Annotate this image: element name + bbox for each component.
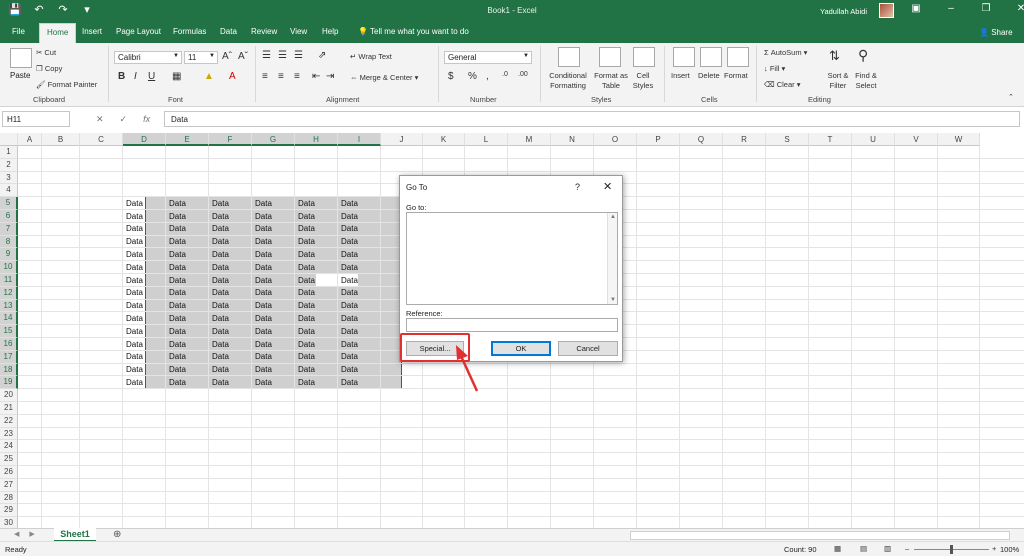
sheet-tab-sheet1[interactable]: Sheet1	[54, 528, 96, 542]
page-layout-view-icon[interactable]: ▤	[860, 544, 867, 553]
status-bar: Ready Count: 90 ▦ ▤ ▥ – + 100%	[0, 541, 1024, 556]
sheet-navigation: ◀ ▶	[14, 530, 35, 538]
annotation-arrow	[456, 345, 479, 392]
zoom-in-icon[interactable]: +	[992, 544, 996, 553]
excel-window: 💾 ↶ ↷ ▾ Book1 - Excel Yadullah Abidi ▣ –…	[0, 0, 1024, 556]
page-break-view-icon[interactable]: ▥	[884, 544, 891, 553]
arrow-shaft	[459, 355, 479, 392]
sheet-tab-bar: ◀ ▶ Sheet1 ⊕	[0, 528, 1024, 542]
horizontal-scrollbar[interactable]	[630, 531, 1010, 540]
arrow-head	[456, 345, 468, 360]
status-count: Count: 90	[784, 545, 817, 554]
status-ready: Ready	[5, 545, 27, 554]
prev-sheet-icon[interactable]: ◀	[14, 530, 19, 538]
normal-view-icon[interactable]: ▦	[834, 544, 841, 553]
add-sheet-icon[interactable]: ⊕	[113, 529, 121, 540]
zoom-level[interactable]: 100%	[1000, 545, 1019, 554]
next-sheet-icon[interactable]: ▶	[29, 530, 34, 538]
zoom-out-icon[interactable]: –	[905, 544, 909, 553]
zoom-slider-thumb[interactable]	[950, 545, 953, 554]
